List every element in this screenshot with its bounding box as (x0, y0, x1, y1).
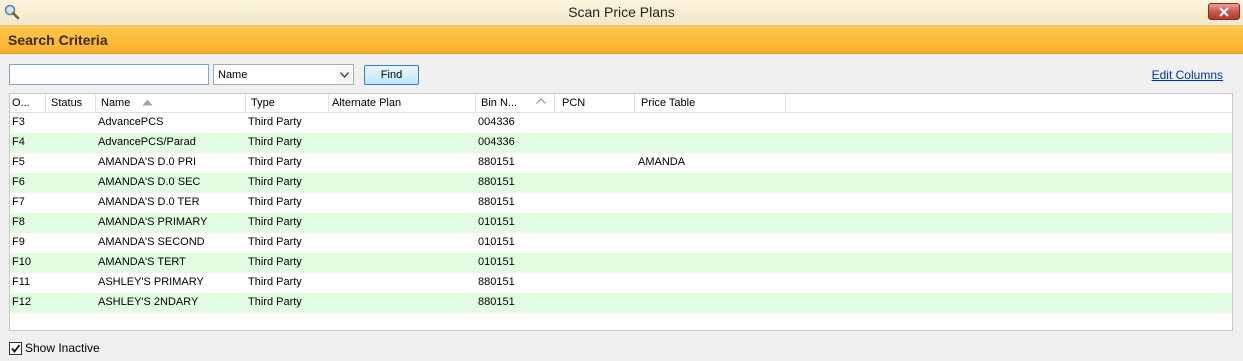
cell-name: AMANDA'S TERT (98, 256, 186, 268)
cell-name: ASHLEY'S PRIMARY (98, 276, 204, 288)
column-header-name-label: Name (101, 97, 131, 109)
cell-type: Third Party (248, 156, 302, 168)
column-header-bin-label: Bin N... (481, 97, 518, 109)
cell-bin: 004336 (478, 116, 515, 128)
window-title: Scan Price Plans (568, 4, 675, 20)
search-input[interactable] (9, 64, 209, 85)
grid-header: O... Status Name Type Alternate Plan Bin… (10, 94, 1232, 113)
cell-bin: 010151 (478, 236, 515, 248)
cell-type: Third Party (248, 256, 302, 268)
close-button[interactable] (1208, 3, 1240, 20)
cell-order: F10 (12, 256, 31, 268)
column-header-pcn[interactable]: PCN (555, 94, 635, 113)
column-header-type[interactable]: Type (246, 94, 329, 113)
cell-order: F4 (12, 136, 25, 148)
cell-name: AMANDA'S SECOND (98, 236, 205, 248)
show-inactive-toggle[interactable]: Show Inactive (9, 341, 100, 355)
cell-name: ASHLEY'S 2NDARY (98, 296, 199, 308)
table-row[interactable]: F7 AMANDA'S D.0 TER Third Party 880151 (10, 193, 1232, 213)
cell-bin: 010151 (478, 256, 515, 268)
cell-type: Third Party (248, 136, 302, 148)
sort-ascending-icon (142, 99, 153, 106)
column-header-alternate-plan[interactable]: Alternate Plan (329, 94, 476, 113)
cell-name: AMANDA'S PRIMARY (98, 216, 208, 228)
edit-columns-link[interactable]: Edit Columns (1152, 68, 1223, 82)
cell-name: AMANDA'S D.0 TER (98, 196, 200, 208)
chevron-up-icon (536, 98, 546, 104)
search-field-value: Name (218, 69, 248, 81)
cell-bin: 880151 (478, 156, 515, 168)
table-row[interactable]: F3 AdvancePCS Third Party 004336 (10, 113, 1232, 133)
search-criteria-header: Search Criteria (0, 26, 1243, 54)
column-header-name[interactable]: Name (96, 94, 246, 113)
close-icon (1219, 6, 1229, 17)
cell-bin: 880151 (478, 176, 515, 188)
cell-order: F11 (12, 276, 31, 288)
price-plans-grid[interactable]: O... Status Name Type Alternate Plan Bin… (9, 93, 1233, 331)
table-row[interactable]: F5 AMANDA'S D.0 PRI Third Party 880151 AMAND… (10, 153, 1232, 173)
cell-type: Third Party (248, 176, 302, 188)
show-inactive-label: Show Inactive (25, 341, 100, 355)
search-criteria-title: Search Criteria (8, 32, 108, 48)
cell-type: Third Party (248, 236, 302, 248)
cell-bin: 880151 (478, 196, 515, 208)
table-row[interactable]: F9 AMANDA'S SECOND Third Party 010151 (10, 233, 1232, 253)
cell-type: Third Party (248, 216, 302, 228)
search-field-select[interactable]: Name (213, 64, 354, 85)
cell-bin: 880151 (478, 276, 515, 288)
column-header-price-table[interactable]: Price Table (635, 94, 786, 113)
column-header-bin[interactable]: Bin N... (476, 94, 555, 113)
table-row[interactable]: F8 AMANDA'S PRIMARY Third Party 010151 (10, 213, 1232, 233)
cell-bin: 880151 (478, 296, 515, 308)
table-row[interactable]: F11 ASHLEY'S PRIMARY Third Party 880151 (10, 273, 1232, 293)
cell-name: AMANDA'S D.0 SEC (98, 176, 201, 188)
table-row[interactable]: F4 AdvancePCS/Parad Third Party 004336 (10, 133, 1232, 153)
cell-name: AMANDA'S D.0 PRI (98, 156, 197, 168)
cell-order: F3 (12, 116, 25, 128)
cell-name: AdvancePCS/Parad (98, 136, 196, 148)
cell-order: F12 (12, 296, 31, 308)
table-row[interactable]: F12 ASHLEY'S 2NDARY Third Party 880151 (10, 293, 1232, 313)
cell-order: F7 (12, 196, 25, 208)
cell-bin: 010151 (478, 216, 515, 228)
table-row[interactable]: F6 AMANDA'S D.0 SEC Third Party 880151 (10, 173, 1232, 193)
table-row[interactable]: F10 AMANDA'S TERT Third Party 010151 (10, 253, 1232, 273)
cell-type: Third Party (248, 276, 302, 288)
column-header-status[interactable]: Status (46, 94, 96, 113)
cell-price-table: AMANDA (638, 156, 686, 168)
show-inactive-checkbox[interactable] (9, 341, 22, 355)
cell-order: F6 (12, 176, 25, 188)
title-bar: Scan Price Plans (0, 0, 1243, 26)
cell-order: F8 (12, 216, 25, 228)
cell-type: Third Party (248, 196, 302, 208)
cell-order: F5 (12, 156, 25, 168)
chevron-down-icon[interactable] (336, 66, 352, 83)
checkmark-icon (11, 343, 21, 353)
find-button[interactable]: Find (364, 65, 419, 85)
cell-type: Third Party (248, 116, 302, 128)
cell-type: Third Party (248, 296, 302, 308)
cell-name: AdvancePCS (98, 116, 164, 128)
cell-bin: 004336 (478, 136, 515, 148)
column-header-order[interactable]: O... (10, 94, 46, 113)
cell-order: F9 (12, 236, 25, 248)
